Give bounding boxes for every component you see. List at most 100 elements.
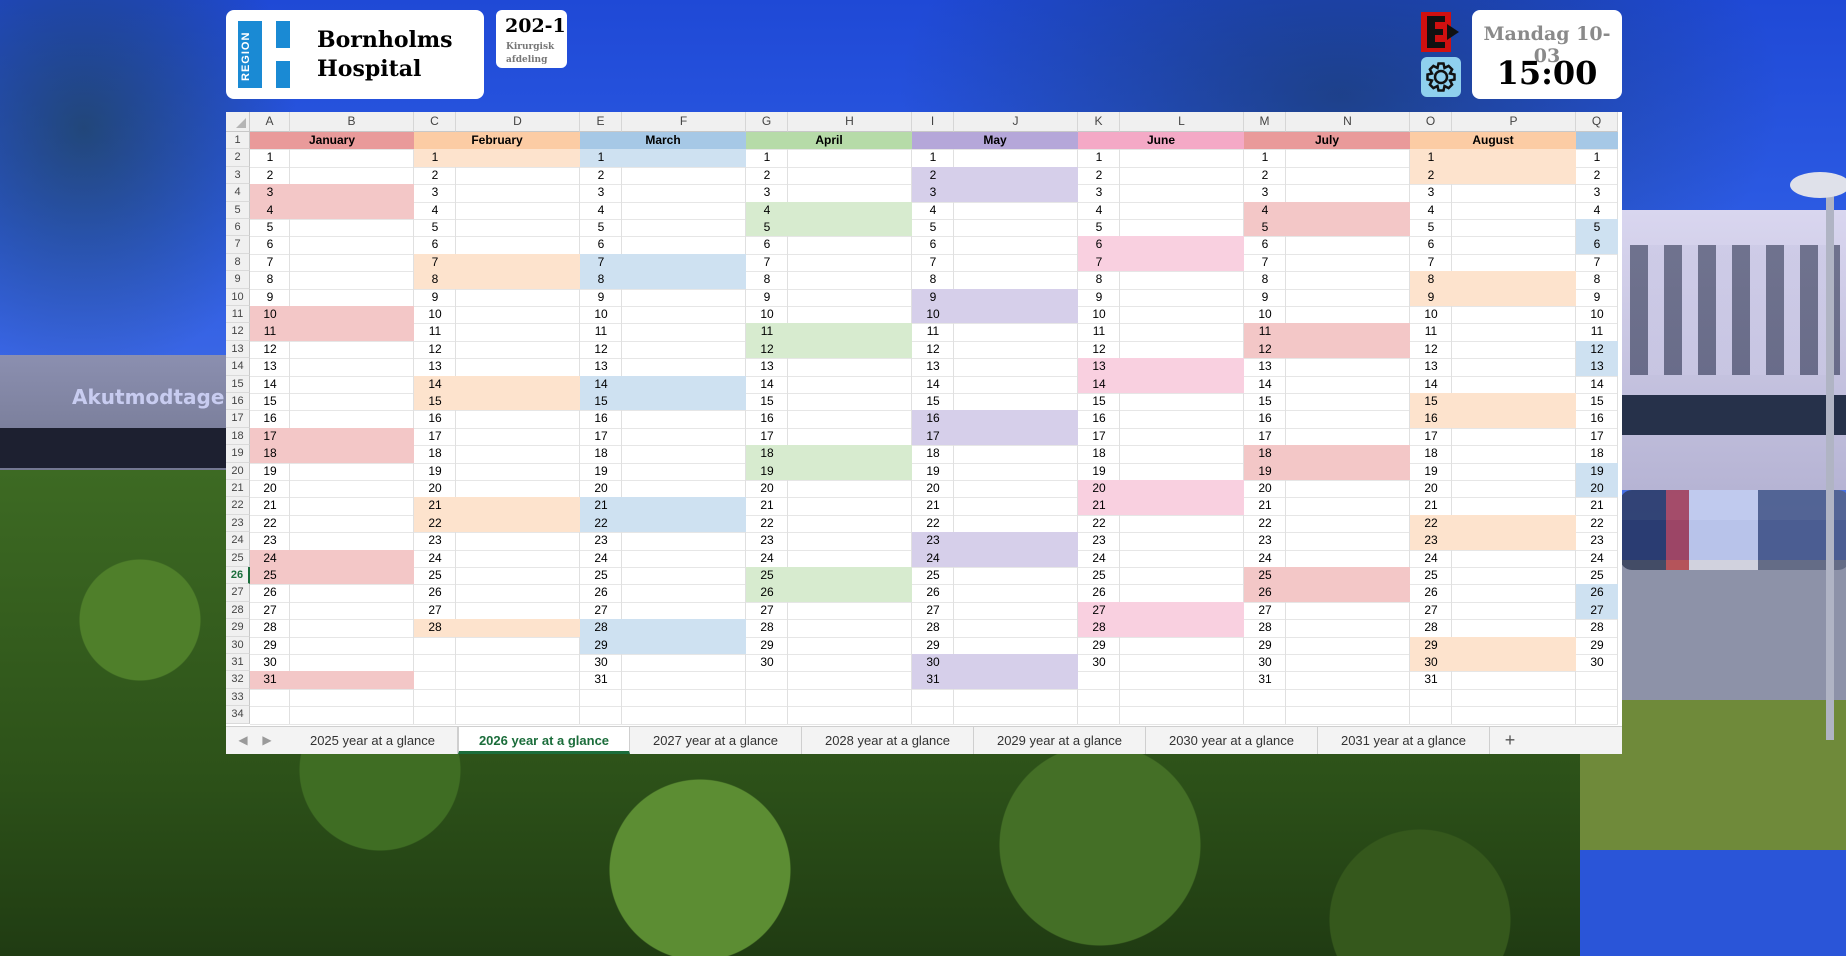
month-header-february[interactable]: February bbox=[414, 132, 580, 150]
row-header-31[interactable]: 31 bbox=[226, 654, 250, 672]
day-cell[interactable]: 24 bbox=[1410, 550, 1452, 567]
row-header-2[interactable]: 2 bbox=[226, 149, 250, 167]
day-cell[interactable]: 6 bbox=[1576, 236, 1618, 253]
row-header-21[interactable]: 21 bbox=[226, 480, 250, 498]
day-cell[interactable]: 21 bbox=[912, 497, 954, 514]
day-cell[interactable]: 1 bbox=[1410, 149, 1452, 166]
row-header-12[interactable]: 12 bbox=[226, 323, 250, 341]
day-cell[interactable]: 15 bbox=[1244, 393, 1286, 410]
day-cell[interactable]: 25 bbox=[580, 567, 622, 584]
day-cell[interactable]: 23 bbox=[1078, 532, 1120, 549]
row-header-4[interactable]: 4 bbox=[226, 184, 250, 202]
day-cell[interactable]: 9 bbox=[912, 289, 954, 306]
day-cell[interactable]: 27 bbox=[250, 602, 290, 619]
day-cell[interactable]: 7 bbox=[580, 254, 622, 271]
day-cell[interactable]: 7 bbox=[1410, 254, 1452, 271]
row-header-25[interactable]: 25 bbox=[226, 549, 250, 567]
day-cell[interactable]: 6 bbox=[1410, 236, 1452, 253]
day-cell[interactable]: 18 bbox=[912, 445, 954, 462]
day-cell[interactable]: 20 bbox=[580, 480, 622, 497]
day-cell[interactable]: 7 bbox=[912, 254, 954, 271]
month-header-next[interactable] bbox=[1576, 132, 1618, 150]
day-cell[interactable]: 3 bbox=[1244, 184, 1286, 201]
day-cell[interactable]: 4 bbox=[580, 202, 622, 219]
day-cell[interactable]: 8 bbox=[1576, 271, 1618, 288]
day-cell[interactable]: 18 bbox=[746, 445, 788, 462]
row-header-27[interactable]: 27 bbox=[226, 584, 250, 602]
day-cell[interactable]: 15 bbox=[1410, 393, 1452, 410]
select-all-corner[interactable] bbox=[226, 112, 250, 132]
day-cell[interactable]: 3 bbox=[746, 184, 788, 201]
day-cell[interactable]: 16 bbox=[250, 410, 290, 427]
day-cell[interactable]: 14 bbox=[580, 376, 622, 393]
day-cell[interactable]: 4 bbox=[1576, 202, 1618, 219]
exit-button[interactable] bbox=[1421, 10, 1461, 54]
day-cell[interactable]: 22 bbox=[746, 515, 788, 532]
column-header-g[interactable]: G bbox=[746, 112, 788, 132]
day-cell[interactable]: 23 bbox=[1576, 532, 1618, 549]
row-header-34[interactable]: 34 bbox=[226, 706, 250, 724]
day-cell[interactable]: 17 bbox=[1576, 428, 1618, 445]
day-cell[interactable]: 25 bbox=[414, 567, 456, 584]
day-cell[interactable]: 1 bbox=[1244, 149, 1286, 166]
day-cell[interactable]: 27 bbox=[580, 602, 622, 619]
day-cell[interactable]: 23 bbox=[1244, 532, 1286, 549]
day-cell[interactable]: 26 bbox=[912, 584, 954, 601]
column-header-o[interactable]: O bbox=[1410, 112, 1452, 132]
row-header-14[interactable]: 14 bbox=[226, 358, 250, 376]
row-header-20[interactable]: 20 bbox=[226, 462, 250, 480]
day-cell[interactable]: 13 bbox=[746, 358, 788, 375]
day-cell[interactable]: 30 bbox=[1576, 654, 1618, 671]
row-header-24[interactable]: 24 bbox=[226, 532, 250, 550]
day-cell[interactable]: 14 bbox=[746, 376, 788, 393]
day-cell[interactable]: 21 bbox=[250, 497, 290, 514]
tab-scroll-right-icon[interactable]: ▶ bbox=[260, 733, 274, 747]
day-cell[interactable]: 15 bbox=[580, 393, 622, 410]
day-cell[interactable]: 26 bbox=[414, 584, 456, 601]
day-cell[interactable]: 3 bbox=[1576, 184, 1618, 201]
row-header-11[interactable]: 11 bbox=[226, 306, 250, 324]
day-cell[interactable]: 30 bbox=[912, 654, 954, 671]
month-header-march[interactable]: March bbox=[580, 132, 746, 150]
day-cell[interactable]: 23 bbox=[250, 532, 290, 549]
day-cell[interactable]: 9 bbox=[250, 289, 290, 306]
column-header-d[interactable]: D bbox=[456, 112, 580, 132]
tab-scroll-left-icon[interactable]: ◀ bbox=[236, 733, 250, 747]
row-header-8[interactable]: 8 bbox=[226, 253, 250, 272]
day-cell[interactable]: 26 bbox=[580, 584, 622, 601]
day-cell[interactable]: 6 bbox=[746, 236, 788, 253]
day-cell[interactable]: 12 bbox=[1410, 341, 1452, 358]
day-cell[interactable]: 9 bbox=[1576, 289, 1618, 306]
day-cell[interactable]: 19 bbox=[746, 463, 788, 480]
day-cell[interactable]: 21 bbox=[1078, 497, 1120, 514]
day-cell[interactable]: 11 bbox=[1410, 323, 1452, 340]
day-cell[interactable]: 30 bbox=[580, 654, 622, 671]
day-cell[interactable]: 24 bbox=[1244, 550, 1286, 567]
day-cell[interactable]: 9 bbox=[746, 289, 788, 306]
day-cell[interactable]: 16 bbox=[580, 410, 622, 427]
day-cell[interactable]: 6 bbox=[1078, 236, 1120, 253]
day-cell[interactable]: 11 bbox=[580, 323, 622, 340]
day-cell[interactable]: 17 bbox=[580, 428, 622, 445]
day-cell[interactable]: 25 bbox=[1078, 567, 1120, 584]
day-cell[interactable]: 2 bbox=[1410, 167, 1452, 184]
day-cell[interactable]: 29 bbox=[746, 637, 788, 654]
day-cell[interactable]: 21 bbox=[1576, 497, 1618, 514]
day-cell[interactable]: 7 bbox=[746, 254, 788, 271]
day-cell[interactable]: 1 bbox=[912, 149, 954, 166]
row-header-17[interactable]: 17 bbox=[226, 410, 250, 428]
day-cell[interactable]: 22 bbox=[1244, 515, 1286, 532]
row-header-26[interactable]: 26 bbox=[226, 567, 250, 585]
day-cell[interactable]: 26 bbox=[746, 584, 788, 601]
day-cell[interactable]: 5 bbox=[414, 219, 456, 236]
day-cell[interactable]: 6 bbox=[1244, 236, 1286, 253]
day-cell[interactable]: 15 bbox=[414, 393, 456, 410]
day-cell[interactable]: 18 bbox=[580, 445, 622, 462]
column-header-i[interactable]: I bbox=[912, 112, 954, 132]
day-cell[interactable]: 8 bbox=[414, 271, 456, 288]
sheet-tab-2029[interactable]: 2029 year at a glance bbox=[974, 727, 1146, 754]
day-cell[interactable]: 27 bbox=[1078, 602, 1120, 619]
day-cell[interactable]: 12 bbox=[1244, 341, 1286, 358]
day-cell[interactable]: 28 bbox=[250, 619, 290, 636]
day-cell[interactable]: 12 bbox=[1078, 341, 1120, 358]
